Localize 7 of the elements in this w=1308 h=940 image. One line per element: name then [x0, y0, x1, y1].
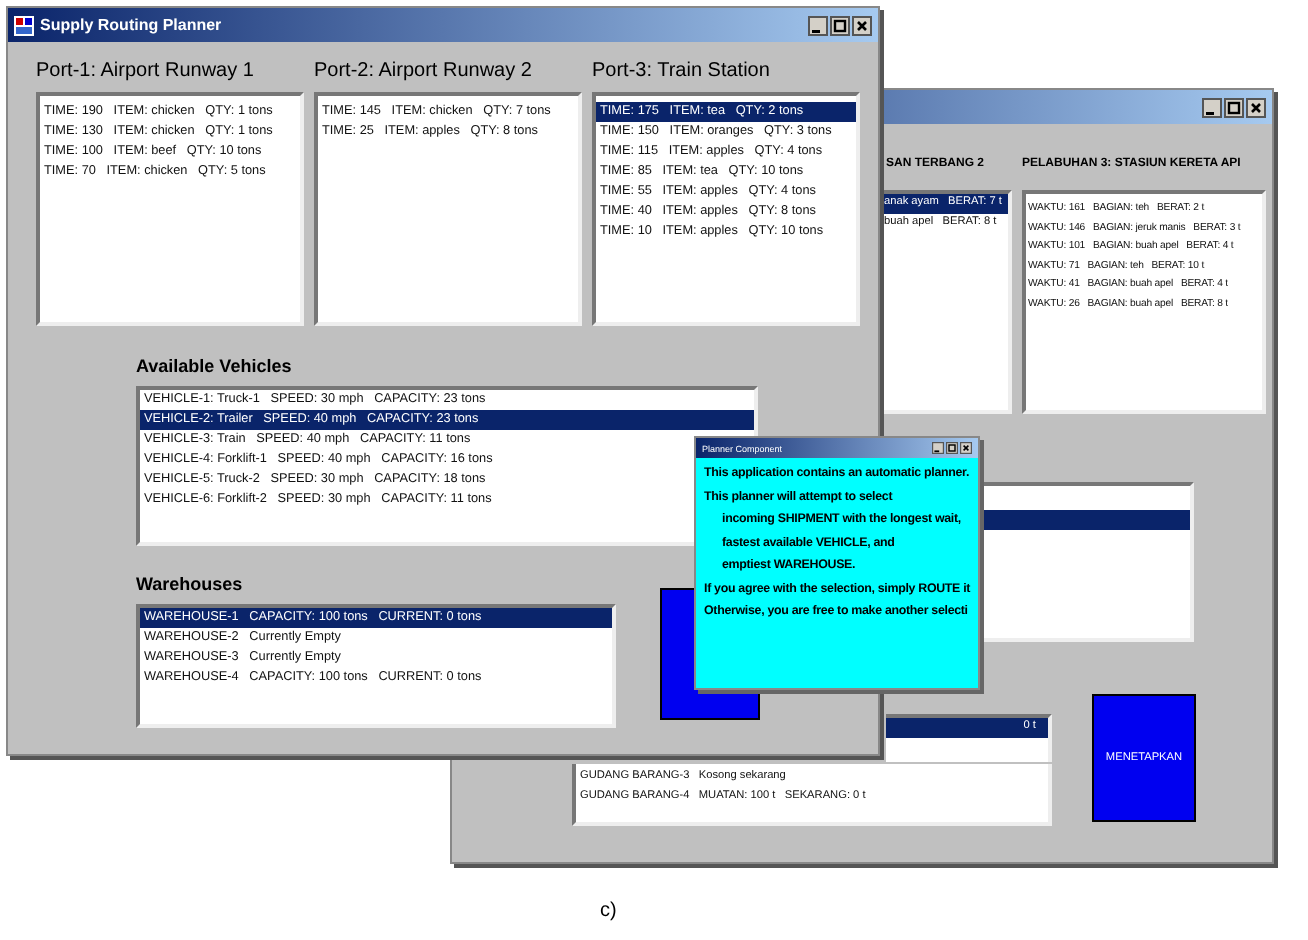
section-heading: Available Vehicles: [136, 356, 292, 376]
port-heading: Port-3: Train Station: [592, 60, 770, 82]
section-heading: Warehouses: [136, 574, 243, 594]
figure-caption: c): [600, 900, 617, 922]
port-heading: Port-1: Airport Runway 1: [36, 60, 254, 82]
window-title: Supply Routing Planner: [40, 16, 224, 34]
port-heading: Port-2: Airport Runway 2: [314, 60, 532, 82]
